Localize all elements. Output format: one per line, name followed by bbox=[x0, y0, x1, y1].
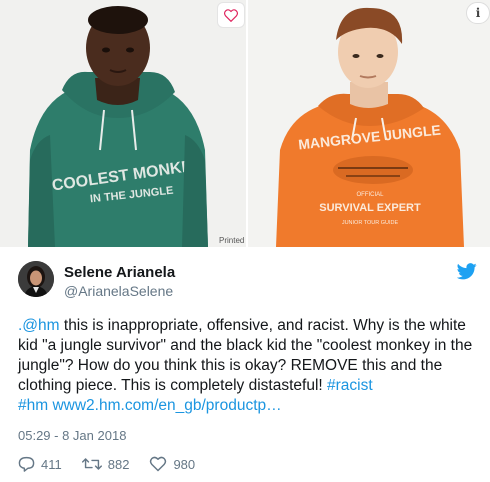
hashtag-link-racist[interactable]: #racist bbox=[327, 377, 373, 394]
mention-link[interactable]: .@hm bbox=[18, 317, 60, 334]
right-shirt-text-line4: JUNIOR TOUR GUIDE bbox=[342, 220, 399, 226]
author-name[interactable]: Selene Arianela bbox=[64, 264, 175, 281]
heart-icon bbox=[224, 8, 238, 22]
green-hoodie-illustration: COOLEST MONKEY IN THE JUNGLE bbox=[0, 0, 246, 247]
reply-count: 411 bbox=[41, 456, 62, 472]
favorite-button[interactable] bbox=[217, 2, 245, 28]
reply-icon bbox=[18, 456, 35, 472]
retweet-button[interactable]: 882 bbox=[81, 456, 130, 472]
like-button[interactable]: 980 bbox=[149, 456, 195, 472]
timestamp[interactable]: 05:29 - 8 Jan 2018 bbox=[18, 428, 126, 443]
tweet-text: .@hm this is inappropriate, offensive, a… bbox=[18, 316, 480, 416]
info-button[interactable]: i bbox=[466, 2, 490, 24]
retweet-icon bbox=[81, 458, 102, 470]
tweet-media[interactable]: COOLEST MONKEY IN THE JUNGLE MANGROVE JU… bbox=[0, 0, 490, 247]
orange-hoodie-illustration: MANGROVE JUNGLE OFFICIAL SURVIVAL EXPERT… bbox=[248, 0, 490, 247]
reply-button[interactable]: 411 bbox=[18, 456, 62, 472]
printed-label: Printed bbox=[217, 236, 247, 245]
info-icon: i bbox=[475, 6, 481, 20]
url-link[interactable]: www2.hm.com/en_gb/productp… bbox=[52, 397, 281, 414]
avatar-image bbox=[18, 261, 54, 297]
photo-orange-hoodie[interactable]: MANGROVE JUNGLE OFFICIAL SURVIVAL EXPERT… bbox=[248, 0, 490, 247]
retweet-count: 882 bbox=[107, 456, 130, 472]
author-handle[interactable]: @ArianelaSelene bbox=[64, 283, 173, 299]
right-shirt-text-line2: OFFICIAL bbox=[356, 192, 384, 198]
tweet-actions: 411 882 980 bbox=[18, 455, 215, 473]
tweet-body: this is inappropriate, offensive, and ra… bbox=[18, 317, 473, 394]
twitter-bird-icon[interactable] bbox=[457, 263, 477, 280]
tiger-graphic bbox=[333, 156, 413, 184]
like-heart-icon bbox=[150, 456, 167, 472]
like-count: 980 bbox=[173, 456, 196, 472]
right-shirt-text-line3: SURVIVAL EXPERT bbox=[319, 202, 421, 214]
photo-green-hoodie[interactable]: COOLEST MONKEY IN THE JUNGLE bbox=[0, 0, 246, 247]
avatar[interactable] bbox=[18, 261, 54, 297]
hashtag-link-hm[interactable]: #hm bbox=[18, 397, 48, 414]
